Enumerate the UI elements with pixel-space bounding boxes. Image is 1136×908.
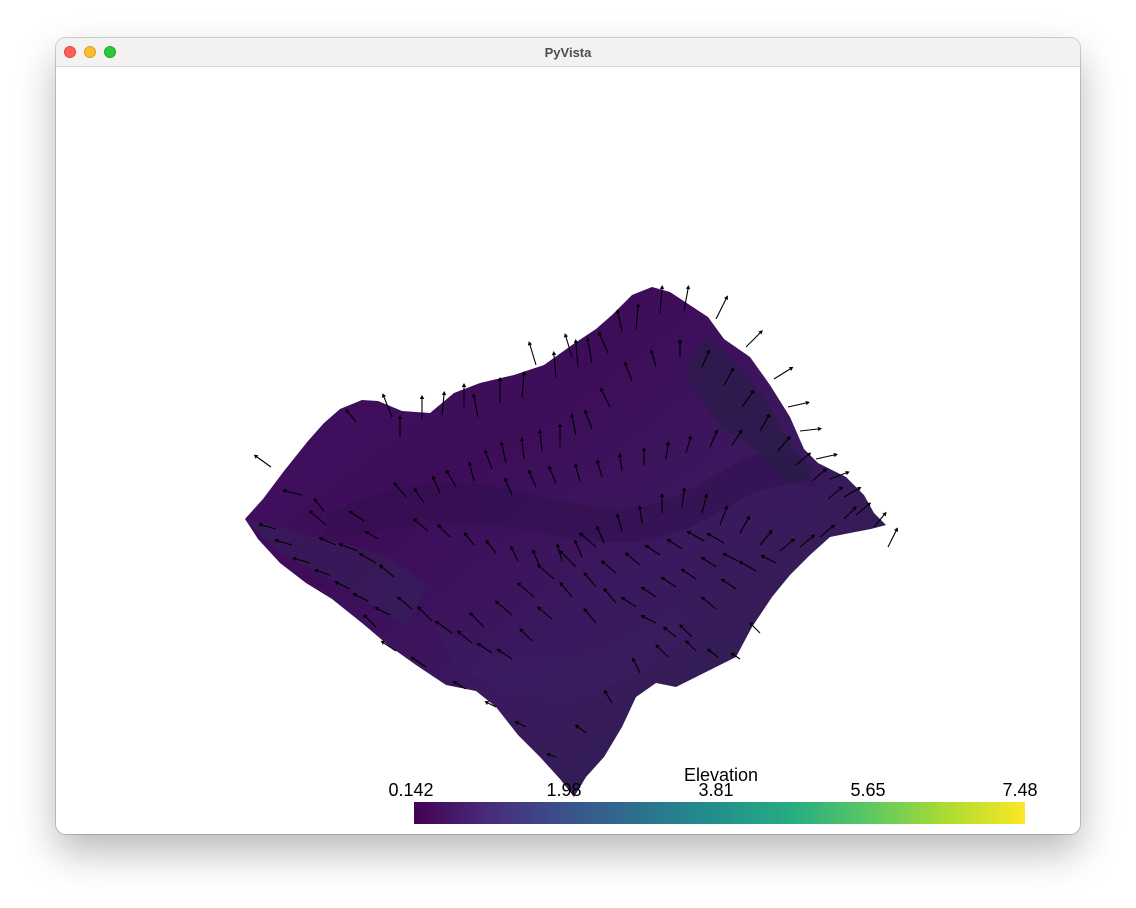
normal-arrow-shaft: [773, 368, 791, 380]
scalar-bar-label-4: 7.48: [1002, 780, 1037, 800]
normal-arrow-shaft: [715, 298, 727, 320]
normal-arrow-shaft: [887, 530, 897, 548]
render-viewport[interactable]: Elevation 0.142 1.98 3.81 5.65 7.48: [56, 67, 1080, 834]
normal-arrow-head: [527, 341, 533, 346]
normal-arrow-shaft: [787, 402, 807, 408]
3d-scene[interactable]: Elevation 0.142 1.98 3.81 5.65 7.48: [56, 67, 1080, 834]
normal-arrow-shaft: [256, 456, 272, 468]
normal-arrow-shaft: [745, 332, 761, 348]
normal-arrow-head: [441, 391, 447, 396]
title-bar: PyVista: [56, 38, 1080, 67]
normal-arrow-head: [817, 426, 822, 432]
normal-arrow-head: [685, 285, 691, 290]
normal-arrow-shaft: [815, 454, 835, 460]
normal-arrow-head: [551, 351, 557, 356]
scalar-bar: Elevation 0.142 1.98 3.81 5.65 7.48: [388, 765, 1038, 824]
normal-arrow-shaft: [799, 428, 819, 432]
scalar-bar-label-1: 1.98: [546, 780, 581, 800]
normal-arrow-head: [573, 339, 579, 344]
normal-arrow-shaft: [751, 624, 761, 634]
normal-arrow-head: [563, 333, 569, 338]
normal-arrow-shaft: [529, 344, 537, 366]
window-title: PyVista: [544, 45, 592, 60]
normal-arrow-head: [805, 400, 810, 406]
scalar-bar-label-3: 5.65: [850, 780, 885, 800]
normal-arrow-head: [253, 454, 259, 459]
scalar-bar-gradient: [414, 802, 1025, 824]
pyvista-window: PyVista Elevation 0.142 1.98 3.81 5.65 7…: [56, 38, 1080, 834]
normal-arrow-head: [419, 395, 425, 399]
normal-arrow-head: [659, 285, 665, 290]
terrain-surface: [245, 287, 886, 797]
normal-arrow-head: [461, 383, 467, 387]
normal-arrow-head: [833, 452, 838, 458]
surface-mesh: [245, 287, 886, 797]
scalar-bar-label-2: 3.81: [698, 780, 733, 800]
scalar-bar-label-0: 0.142: [388, 780, 433, 800]
